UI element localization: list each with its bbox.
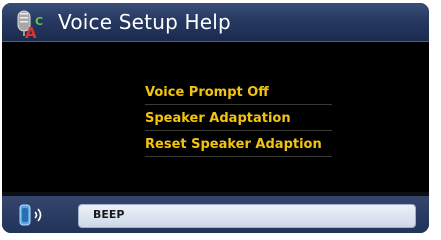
voice-setup-screen: A C Voice Setup Help Voice Prompt Off Sp…: [2, 3, 429, 233]
menu-item-label: Voice Prompt Off: [145, 85, 269, 100]
microphone-abc-icon: A C: [17, 10, 43, 39]
speaker-voice-icon: [19, 204, 42, 226]
voice-help-menu: Voice Prompt Off Speaker Adaptation Rese…: [145, 82, 335, 160]
divider: [145, 104, 332, 105]
divider: [145, 156, 332, 157]
divider: [145, 130, 332, 131]
main-panel: Voice Prompt Off Speaker Adaptation Rese…: [2, 42, 429, 192]
status-field: BEEP: [78, 204, 416, 228]
status-text: BEEP: [93, 208, 125, 221]
svg-text:C: C: [35, 15, 43, 28]
menu-item-speaker-adaptation[interactable]: Speaker Adaptation: [145, 108, 335, 134]
menu-item-reset-speaker-adaption[interactable]: Reset Speaker Adaption: [145, 134, 335, 160]
title-bar: A C Voice Setup Help: [2, 3, 429, 42]
status-bar: BEEP: [2, 196, 429, 233]
menu-item-voice-prompt-off[interactable]: Voice Prompt Off: [145, 82, 335, 108]
menu-item-label: Speaker Adaptation: [145, 111, 291, 126]
menu-item-label: Reset Speaker Adaption: [145, 137, 322, 152]
window-title: Voice Setup Help: [58, 10, 231, 34]
